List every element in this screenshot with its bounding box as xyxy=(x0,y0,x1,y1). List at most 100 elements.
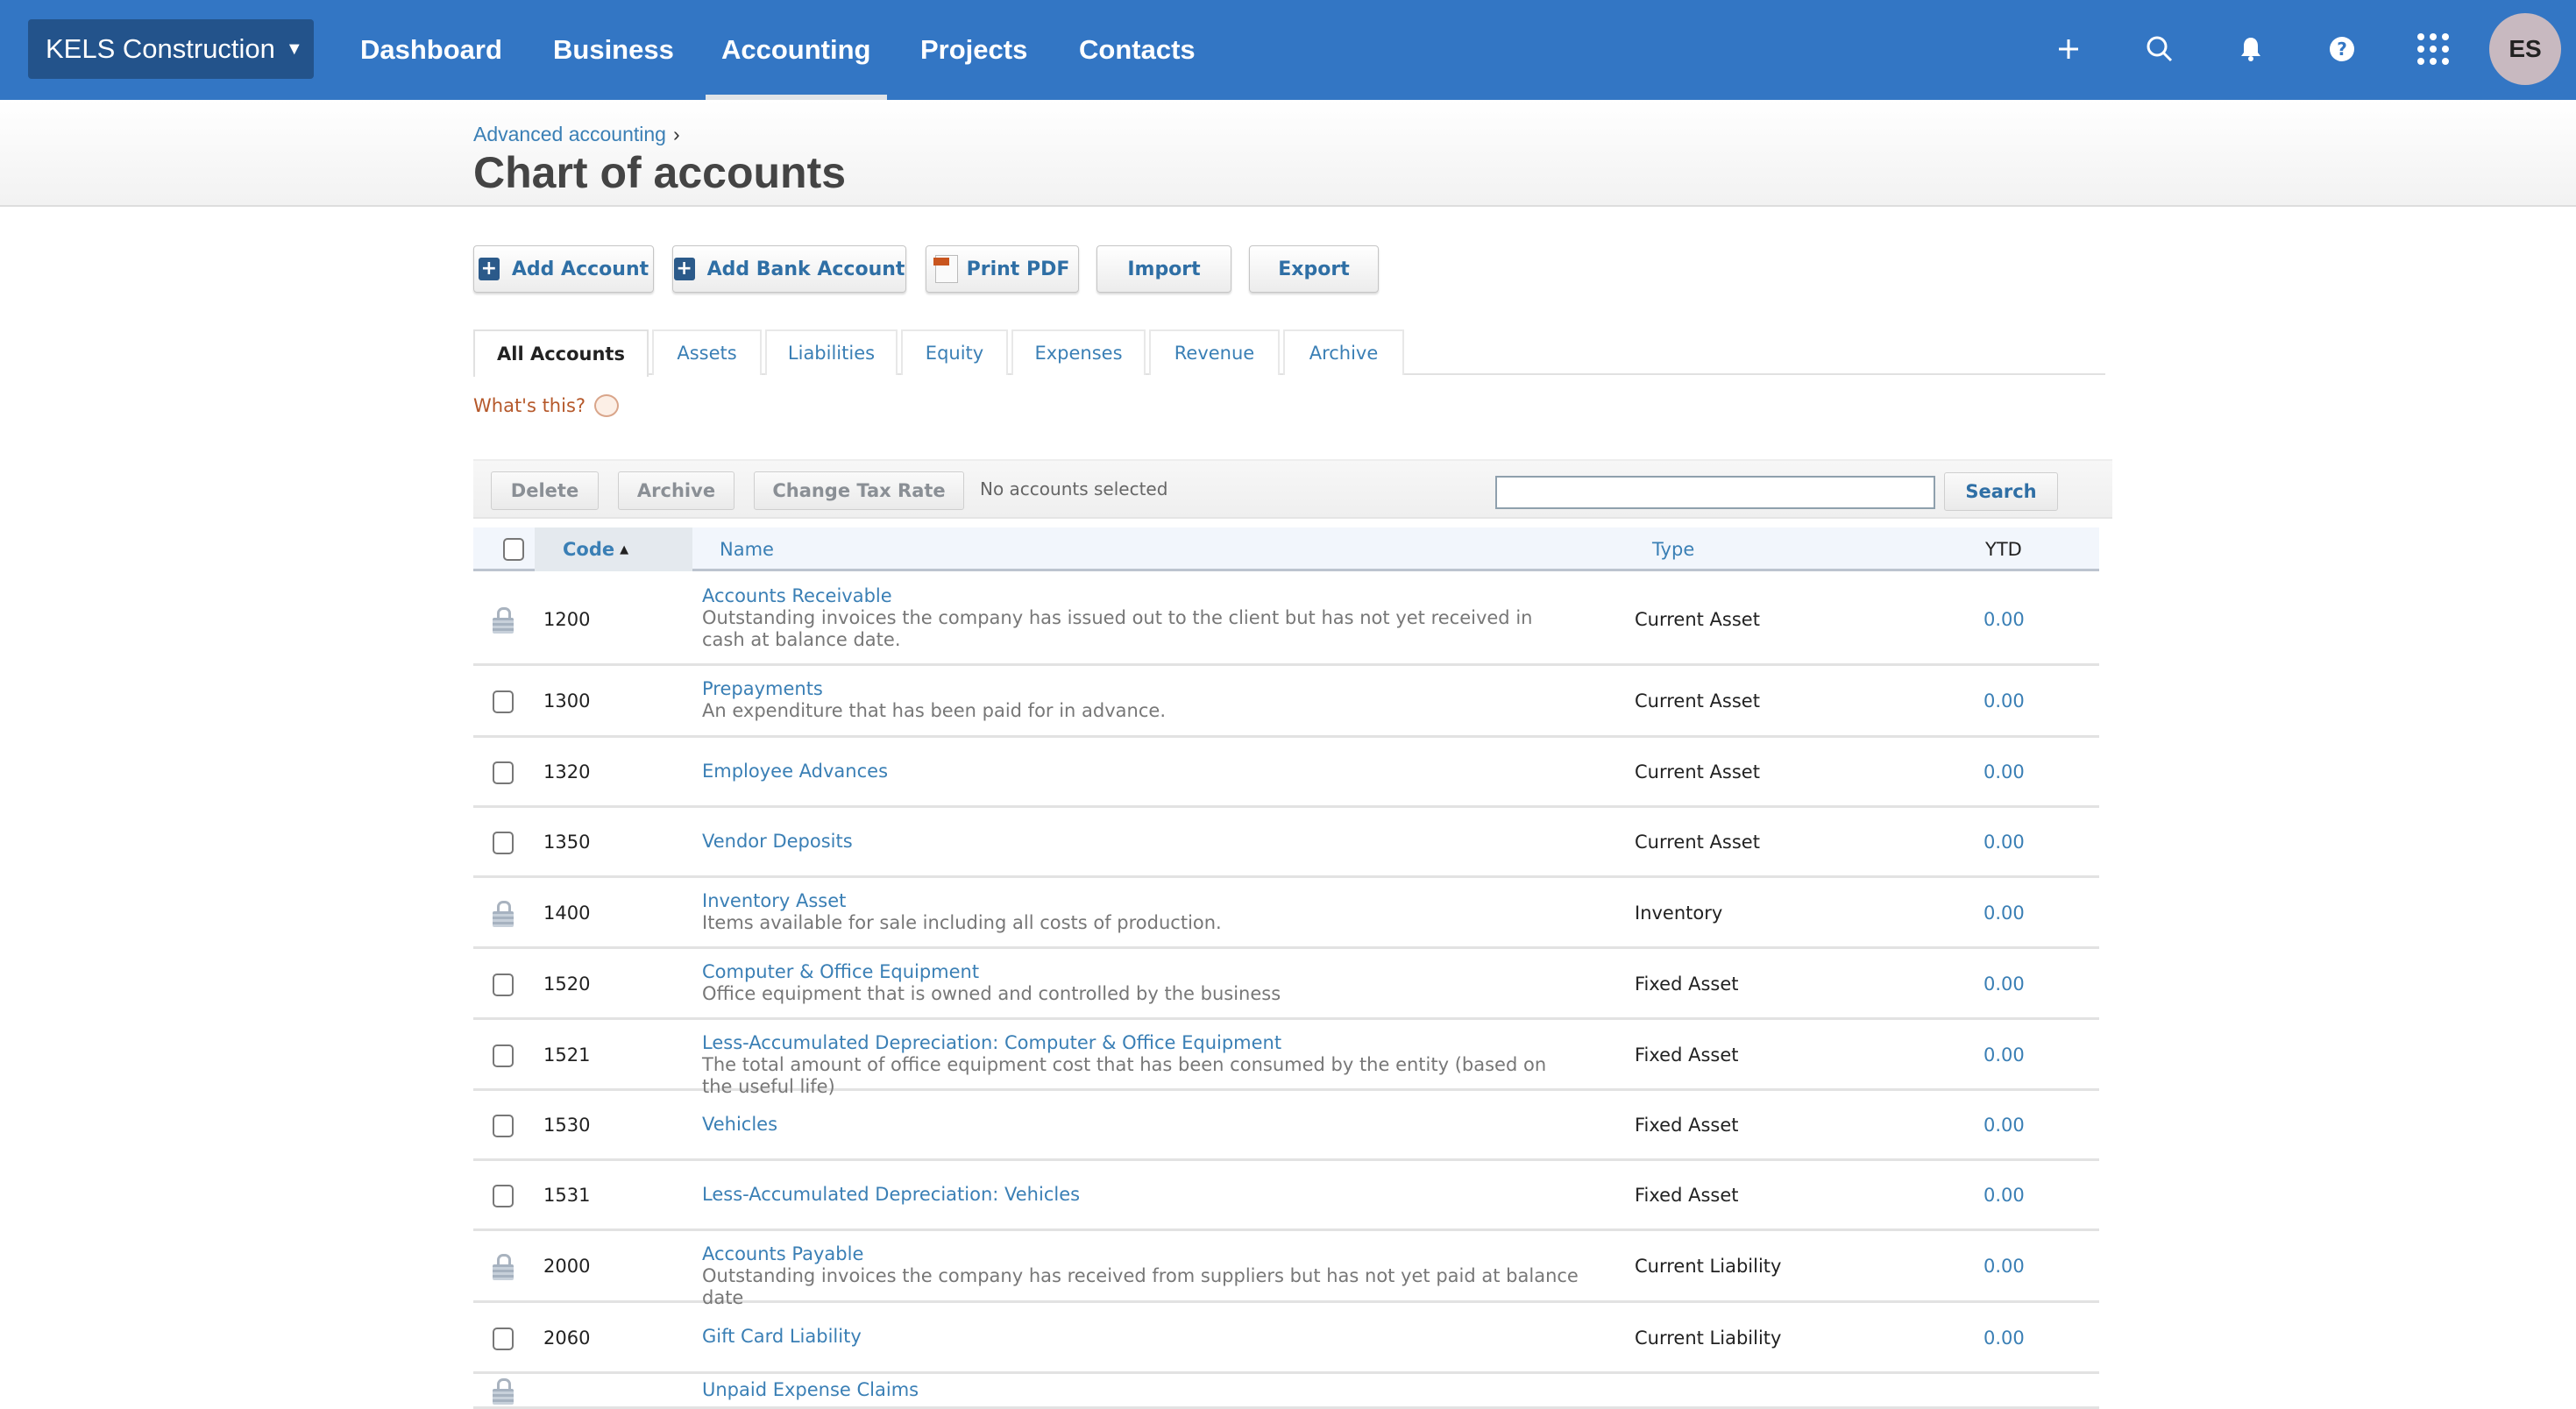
account-code: 1200 xyxy=(543,608,591,630)
nav-projects[interactable]: Projects xyxy=(920,0,1027,100)
account-name-link[interactable]: Unpaid Expense Claims xyxy=(702,1379,1579,1401)
account-code: 1531 xyxy=(543,1185,591,1206)
row-checkbox[interactable] xyxy=(493,973,514,996)
account-code: 1530 xyxy=(543,1115,591,1136)
whats-this-link[interactable]: What's this? xyxy=(473,394,620,417)
delete-button[interactable]: Delete xyxy=(491,471,599,510)
account-name-cell: Employee Advances xyxy=(702,761,1579,782)
ytd-amount-link[interactable]: 0.00 xyxy=(1983,609,2025,630)
svg-text:?: ? xyxy=(2337,39,2347,60)
bell-icon[interactable] xyxy=(2225,23,2277,75)
account-name-link[interactable]: Inventory Asset xyxy=(702,890,1579,912)
row-checkbox[interactable] xyxy=(493,761,514,784)
account-name-link[interactable]: Gift Card Liability xyxy=(702,1326,1579,1348)
export-button[interactable]: Export xyxy=(1249,245,1379,293)
search-icon[interactable] xyxy=(2133,23,2186,75)
whats-this-label: What's this? xyxy=(473,395,586,416)
ytd-amount-link[interactable]: 0.00 xyxy=(1983,761,2025,782)
ytd-amount-link[interactable]: 0.00 xyxy=(1983,832,2025,853)
row-checkbox[interactable] xyxy=(493,690,514,713)
account-name-link[interactable]: Vehicles xyxy=(702,1114,1579,1136)
account-type: Inventory xyxy=(1635,902,1723,924)
account-name-cell: Inventory Asset Items available for sale … xyxy=(702,890,1579,934)
ytd-amount-link[interactable]: 0.00 xyxy=(1983,903,2025,924)
account-description: Items available for sale including all c… xyxy=(702,911,1222,933)
column-header-code[interactable]: Code ▲ xyxy=(535,527,692,571)
account-name-cell: Less-Accumulated Depreciation: Computer … xyxy=(702,1032,1579,1098)
account-code: 1521 xyxy=(543,1044,591,1066)
tab-assets[interactable]: Assets xyxy=(652,329,762,375)
print-pdf-button[interactable]: Print PDF xyxy=(926,245,1079,293)
account-name-link[interactable]: Vendor Deposits xyxy=(702,831,1579,853)
account-code: 1350 xyxy=(543,832,591,853)
ytd-amount-link[interactable]: 0.00 xyxy=(1983,690,2025,712)
column-header-type[interactable]: Type xyxy=(1652,527,1694,571)
ytd-amount-link[interactable]: 0.00 xyxy=(1983,1185,2025,1206)
pdf-icon xyxy=(933,255,958,283)
archive-button[interactable]: Archive xyxy=(618,471,734,510)
account-name-link[interactable]: Computer & Office Equipment xyxy=(702,961,1579,983)
import-button[interactable]: Import xyxy=(1096,245,1231,293)
ytd-amount-link[interactable]: 0.00 xyxy=(1983,1115,2025,1136)
column-header-name[interactable]: Name xyxy=(720,527,774,571)
account-type: Fixed Asset xyxy=(1635,1044,1739,1066)
ytd-amount-link[interactable]: 0.00 xyxy=(1983,1328,2025,1349)
nav-contacts[interactable]: Contacts xyxy=(1079,0,1196,100)
add-bank-account-button[interactable]: + Add Bank Account xyxy=(672,245,906,293)
lock-icon xyxy=(493,1254,514,1280)
plus-icon[interactable] xyxy=(2042,23,2095,75)
row-checkbox[interactable] xyxy=(493,832,514,854)
account-type: Current Asset xyxy=(1635,832,1760,853)
row-checkbox[interactable] xyxy=(493,1044,514,1067)
table-row: 1530 Vehicles Fixed Asset 0.00 xyxy=(473,1091,2099,1161)
ytd-amount-link[interactable]: 0.00 xyxy=(1983,1044,2025,1066)
change-tax-rate-button[interactable]: Change Tax Rate xyxy=(754,471,964,510)
tab-liabilities[interactable]: Liabilities xyxy=(765,329,898,375)
row-checkbox[interactable] xyxy=(493,1327,514,1350)
speech-bubble-icon xyxy=(594,394,620,417)
top-navigation: KELS Construction ▼ Dashboard Business A… xyxy=(0,0,2576,100)
add-account-button[interactable]: + Add Account xyxy=(473,245,654,293)
ytd-amount-link[interactable]: 0.00 xyxy=(1983,1256,2025,1277)
tab-equity[interactable]: Equity xyxy=(901,329,1008,375)
nav-dashboard[interactable]: Dashboard xyxy=(360,0,502,100)
table-row: 1520 Computer & Office Equipment Office eq… xyxy=(473,949,2099,1020)
search-button[interactable]: Search xyxy=(1944,472,2058,511)
account-name-cell: Prepayments An expenditure that has been … xyxy=(702,678,1579,722)
account-type: Current Liability xyxy=(1635,1256,1782,1277)
table-row: 1300 Prepayments An expenditure that has b… xyxy=(473,666,2099,738)
bulk-action-bar: Delete Archive Change Tax Rate No accoun… xyxy=(473,459,2112,519)
account-code: 2060 xyxy=(543,1327,591,1349)
account-name-link[interactable]: Employee Advances xyxy=(702,761,1579,782)
select-all-checkbox[interactable] xyxy=(503,538,524,561)
account-name-link[interactable]: Less-Accumulated Depreciation: Vehicles xyxy=(702,1184,1579,1206)
row-checkbox[interactable] xyxy=(493,1115,514,1137)
row-checkbox[interactable] xyxy=(493,1185,514,1207)
account-description: Office equipment that is owned and contr… xyxy=(702,982,1281,1004)
sort-ascending-icon: ▲ xyxy=(620,542,629,556)
tab-archive[interactable]: Archive xyxy=(1283,329,1404,375)
apps-grid-icon[interactable] xyxy=(2407,23,2459,75)
column-header-ytd: YTD xyxy=(1985,539,2022,560)
account-type: Fixed Asset xyxy=(1635,1185,1739,1206)
help-icon[interactable]: ? xyxy=(2316,23,2368,75)
search-input[interactable] xyxy=(1495,476,1935,509)
tab-expenses[interactable]: Expenses xyxy=(1011,329,1146,375)
user-avatar[interactable]: ES xyxy=(2489,13,2561,85)
account-name-link[interactable]: Accounts Payable xyxy=(702,1243,1579,1265)
organization-switcher[interactable]: KELS Construction ▼ xyxy=(28,19,314,79)
tab-revenue[interactable]: Revenue xyxy=(1149,329,1280,375)
add-bank-account-label: Add Bank Account xyxy=(706,258,905,280)
account-name-cell: Unpaid Expense Claims xyxy=(702,1379,1579,1401)
tab-all-accounts[interactable]: All Accounts xyxy=(473,329,649,377)
ytd-amount-link[interactable]: 0.00 xyxy=(1983,974,2025,995)
account-name-link[interactable]: Accounts Receivable xyxy=(702,585,1579,607)
account-name-link[interactable]: Prepayments xyxy=(702,678,1579,700)
account-tabs: All Accounts Assets Liabilities Equity E… xyxy=(473,329,2105,377)
breadcrumb-advanced-accounting[interactable]: Advanced accounting xyxy=(473,123,666,145)
account-name-link[interactable]: Less-Accumulated Depreciation: Computer … xyxy=(702,1032,1579,1054)
account-name-cell: Less-Accumulated Depreciation: Vehicles xyxy=(702,1184,1579,1206)
nav-accounting[interactable]: Accounting xyxy=(706,0,886,100)
account-type: Current Asset xyxy=(1635,761,1760,782)
nav-business[interactable]: Business xyxy=(553,0,674,100)
